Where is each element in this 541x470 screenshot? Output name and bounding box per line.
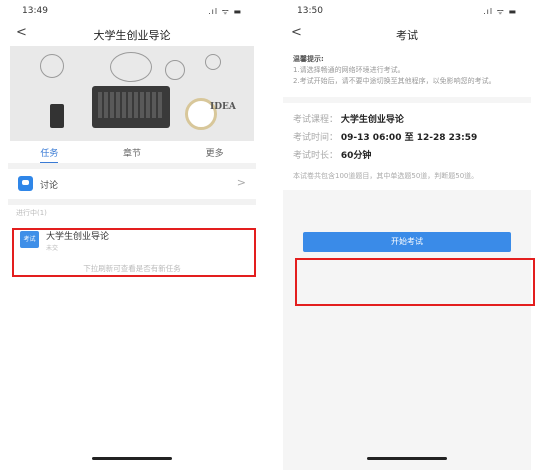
idea-text: IDEA	[210, 102, 236, 112]
time-value: 09-13 06:00 至 12-28 23:59	[340, 133, 478, 143]
chevron-right-icon: >	[236, 176, 246, 189]
status-time: 13:50	[297, 6, 323, 16]
exam-screen: 13:50 .ıl ᯤ ▬ < 考试 温馨提示: 1.请选择畅通的网络环境进行考…	[283, 0, 531, 470]
start-exam-button[interactable]: 开始考试	[303, 232, 511, 252]
tab-chapters[interactable]: 章节	[91, 146, 174, 159]
exam-notice: 温馨提示: 1.请选择畅通的网络环境进行考试。 2.考试开始后，请不要中途切换至…	[283, 46, 531, 97]
page-title: 考试	[396, 29, 418, 42]
time-label: 考试时间：	[293, 133, 339, 143]
chat-bubble-icon	[18, 176, 33, 191]
exam-duration-line: 考试时长： 60分钟	[293, 147, 521, 165]
signal-wifi-battery-icon: .ıl ᯤ ▬	[483, 7, 517, 16]
notice-title: 温馨提示:	[293, 55, 324, 63]
home-indicator	[367, 457, 447, 460]
highlight-start-button-box	[295, 258, 535, 306]
laptop-icon	[92, 86, 170, 128]
highlight-task-box	[12, 228, 256, 277]
discussion-row[interactable]: 讨论 >	[8, 163, 256, 205]
status-bar: 13:50 .ıl ᯤ ▬	[283, 0, 531, 20]
exam-course-line: 考试课程： 大学生创业导论	[293, 111, 521, 129]
duration-value: 60分钟	[340, 151, 372, 161]
tab-more[interactable]: 更多	[173, 146, 256, 159]
notice-line-2: 2.考试开始后，请不要中途切换至其他程序，以免影响您的考试。	[293, 77, 496, 85]
exam-time-line: 考试时间： 09-13 06:00 至 12-28 23:59	[293, 129, 521, 147]
screenshot-canvas: 13:49 .ıl ᯤ ▬ < 大学生创业导论 IDEA 任务 章节 更多 讨论…	[0, 0, 541, 470]
exam-description: 本试卷共包含100道题目，其中单选题50道，判断题50道。	[293, 172, 479, 180]
nav-bar: < 大学生创业导论	[8, 20, 256, 46]
course-value: 大学生创业导论	[340, 115, 404, 125]
nav-bar: < 考试	[283, 20, 531, 46]
status-time: 13:49	[22, 6, 48, 16]
status-bar: 13:49 .ıl ᯤ ▬	[8, 0, 256, 20]
section-in-progress-label: 进行中(1)	[16, 209, 47, 217]
notice-line-1: 1.请选择畅通的网络环境进行考试。	[293, 66, 405, 74]
course-label: 考试课程：	[293, 115, 339, 125]
gear-doodle-icon	[110, 52, 152, 82]
signal-wifi-battery-icon: .ıl ᯤ ▬	[208, 7, 242, 16]
page-title: 大学生创业导论	[93, 29, 171, 42]
smartphone-icon	[50, 104, 64, 128]
discussion-label: 讨论	[40, 181, 59, 191]
tab-tasks[interactable]: 任务	[8, 146, 91, 164]
cloud-doodle-icon	[165, 60, 185, 80]
course-banner-image: IDEA	[10, 46, 254, 141]
lightbulb-doodle-icon	[40, 54, 64, 78]
exam-info: 考试课程： 大学生创业导论 考试时间： 09-13 06:00 至 12-28 …	[283, 103, 531, 190]
circle-doodle-icon	[205, 54, 221, 70]
duration-label: 考试时长：	[293, 151, 339, 161]
home-indicator	[92, 457, 172, 460]
course-tabs: 任务 章节 更多	[8, 141, 256, 164]
